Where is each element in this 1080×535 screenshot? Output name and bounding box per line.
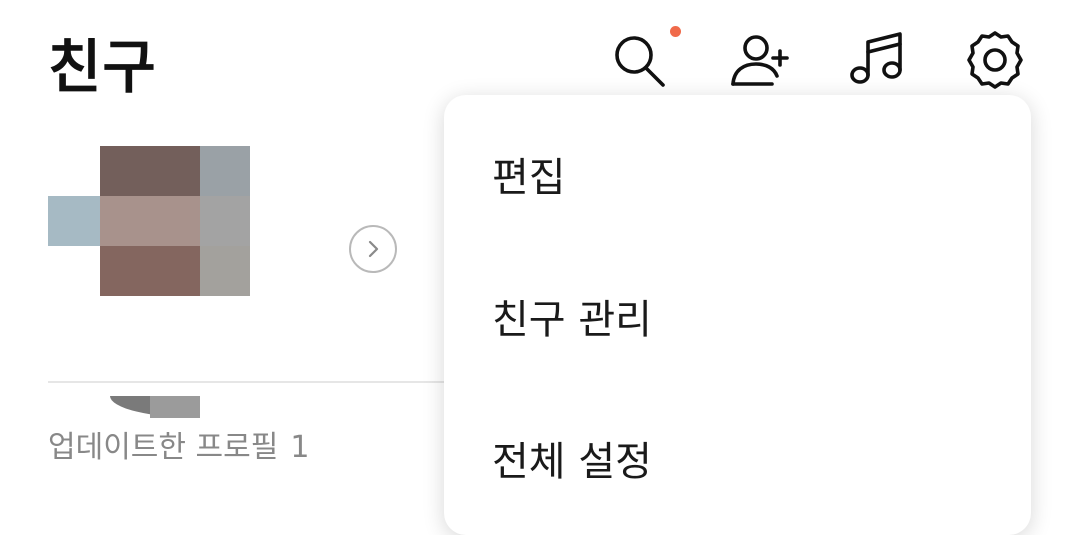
menu-item-edit[interactable]: 편집	[492, 145, 566, 203]
updated-profiles-label: 업데이트한 프로필	[48, 430, 279, 465]
music-icon[interactable]	[845, 28, 909, 92]
dropdown-menu: 편집 친구 관리 전체 설정	[444, 95, 1031, 535]
profile-image[interactable]	[48, 146, 250, 418]
search-icon[interactable]	[607, 28, 671, 92]
profile-next-button[interactable]	[349, 225, 397, 273]
chevron-right-icon	[368, 240, 379, 258]
settings-icon[interactable]	[963, 28, 1027, 92]
notification-dot	[670, 26, 681, 37]
add-friend-icon[interactable]	[728, 28, 792, 92]
menu-item-all-settings[interactable]: 전체 설정	[492, 429, 652, 487]
updated-profiles-count: 1	[290, 430, 310, 465]
divider	[48, 381, 448, 383]
updated-profiles-header[interactable]: 업데이트한 프로필 1	[48, 422, 309, 466]
menu-item-manage-friends[interactable]: 친구 관리	[492, 287, 652, 345]
page-title: 친구	[48, 33, 157, 101]
